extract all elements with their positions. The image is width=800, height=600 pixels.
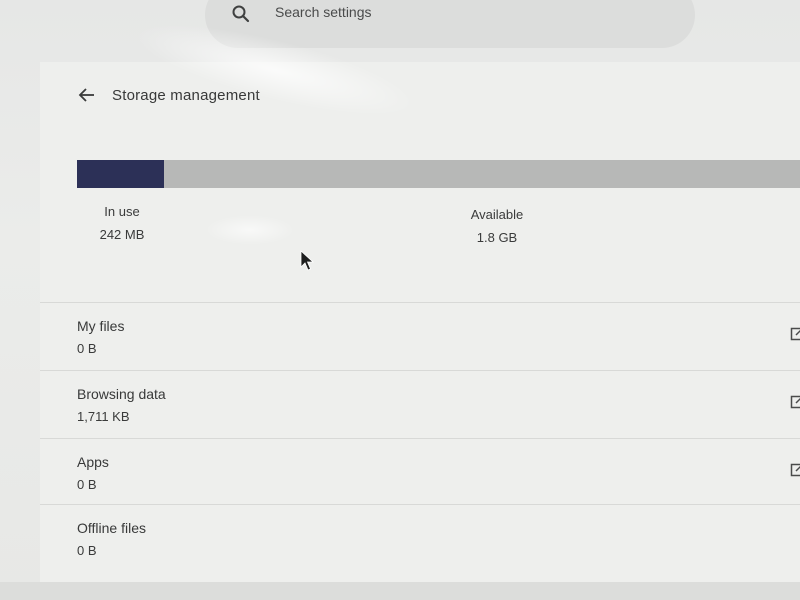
page-header: Storage management	[76, 84, 260, 106]
storage-item-offline-files[interactable]: Offline files 0 B	[40, 504, 800, 571]
back-button[interactable]	[76, 84, 98, 106]
storage-item-size: 1,711 KB	[77, 409, 130, 424]
search-bar[interactable]	[205, 0, 695, 48]
open-external-icon[interactable]	[790, 463, 800, 477]
available-stat: Available 1.8 GB	[457, 207, 537, 245]
storage-item-browsing-data[interactable]: Browsing data 1,711 KB	[40, 370, 800, 437]
storage-item-label: Apps	[77, 454, 109, 470]
storage-item-my-files[interactable]: My files 0 B	[40, 302, 800, 369]
available-value: 1.8 GB	[476, 230, 518, 245]
in-use-label: In use	[104, 204, 140, 219]
storage-item-label: Browsing data	[77, 386, 166, 402]
available-label: Available	[470, 207, 524, 222]
storage-item-label: My files	[77, 318, 125, 334]
search-input[interactable]	[275, 4, 655, 20]
open-external-icon[interactable]	[790, 395, 800, 409]
in-use-stat: In use 242 MB	[92, 204, 152, 242]
storage-item-label: Offline files	[77, 520, 146, 536]
in-use-value: 242 MB	[99, 227, 145, 242]
storage-item-apps[interactable]: Apps 0 B	[40, 438, 800, 505]
storage-used-fill	[77, 160, 164, 188]
storage-item-size: 0 B	[77, 341, 97, 356]
storage-card: Storage management In use 242 MB Availab…	[40, 62, 800, 582]
screen-bottom-edge	[0, 582, 800, 600]
storage-item-size: 0 B	[77, 477, 97, 492]
open-external-icon[interactable]	[790, 327, 800, 341]
page-title: Storage management	[112, 86, 260, 104]
settings-page: Storage management In use 242 MB Availab…	[0, 0, 800, 600]
arrow-back-icon	[78, 88, 94, 102]
storage-usage-bar	[77, 160, 800, 188]
storage-item-size: 0 B	[77, 543, 97, 558]
search-icon	[231, 4, 251, 24]
